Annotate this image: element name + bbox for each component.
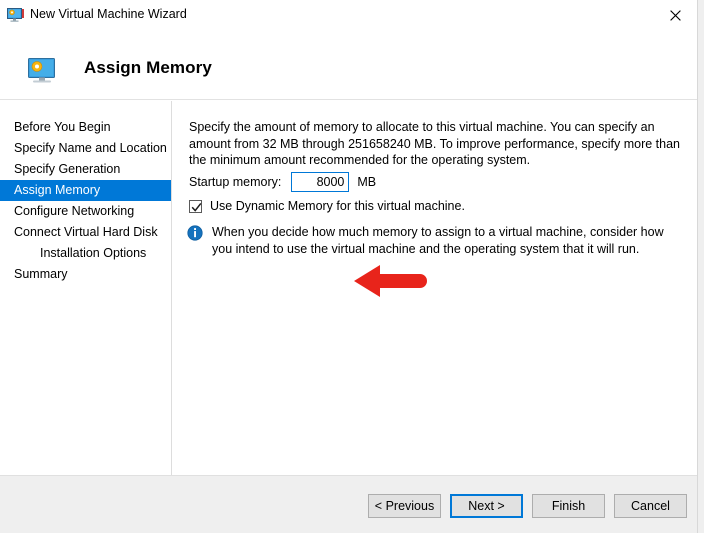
new-virtual-machine-wizard-window: New Virtual Machine Wizard Assign Memory <box>0 0 698 533</box>
sidebar-item-configure-networking[interactable]: Configure Networking <box>0 201 171 222</box>
sidebar-item-specify-name-and-location[interactable]: Specify Name and Location <box>0 138 171 159</box>
wizard-footer: < Previous Next > Finish Cancel <box>0 475 697 533</box>
content-description: Specify the amount of memory to allocate… <box>189 120 680 167</box>
dynamic-memory-label: Use Dynamic Memory for this virtual mach… <box>210 199 465 213</box>
startup-memory-row: Startup memory: MB <box>189 171 376 193</box>
startup-memory-input[interactable] <box>291 172 350 192</box>
cancel-button[interactable]: Cancel <box>614 494 687 518</box>
next-button[interactable]: Next > <box>450 494 523 518</box>
virtual-machine-icon <box>7 7 24 23</box>
checkmark-icon <box>191 202 202 212</box>
dynamic-memory-checkbox[interactable] <box>189 199 202 213</box>
wizard-banner: Assign Memory <box>0 30 697 100</box>
window-title: New Virtual Machine Wizard <box>30 7 187 21</box>
page-title: Assign Memory <box>84 58 212 77</box>
sidebar-item-before-you-begin[interactable]: Before You Begin <box>0 117 171 138</box>
title-bar: New Virtual Machine Wizard <box>0 0 697 30</box>
info-icon <box>187 225 203 257</box>
wizard-content-panel: Specify the amount of memory to allocate… <box>173 101 697 475</box>
virtual-machine-icon <box>26 57 58 85</box>
sidebar-item-connect-virtual-hard-disk[interactable]: Connect Virtual Hard Disk <box>0 222 171 243</box>
sidebar-item-installation-options[interactable]: Installation Options <box>0 243 171 264</box>
info-note: When you decide how much memory to assig… <box>187 224 687 257</box>
sidebar-item-summary[interactable]: Summary <box>0 264 171 285</box>
finish-button[interactable]: Finish <box>532 494 605 518</box>
sidebar-item-specify-generation[interactable]: Specify Generation <box>0 159 171 180</box>
info-note-text: When you decide how much memory to assig… <box>212 225 664 256</box>
wizard-steps-sidebar: Before You Begin Specify Name and Locati… <box>0 101 172 475</box>
previous-button[interactable]: < Previous <box>368 494 441 518</box>
close-icon[interactable] <box>652 0 697 30</box>
dynamic-memory-row[interactable]: Use Dynamic Memory for this virtual mach… <box>189 199 465 213</box>
sidebar-item-assign-memory[interactable]: Assign Memory <box>0 180 171 201</box>
wizard-body: Before You Begin Specify Name and Locati… <box>0 101 697 475</box>
startup-memory-unit-label: MB <box>357 175 377 189</box>
startup-memory-label: Startup memory: <box>189 175 282 189</box>
